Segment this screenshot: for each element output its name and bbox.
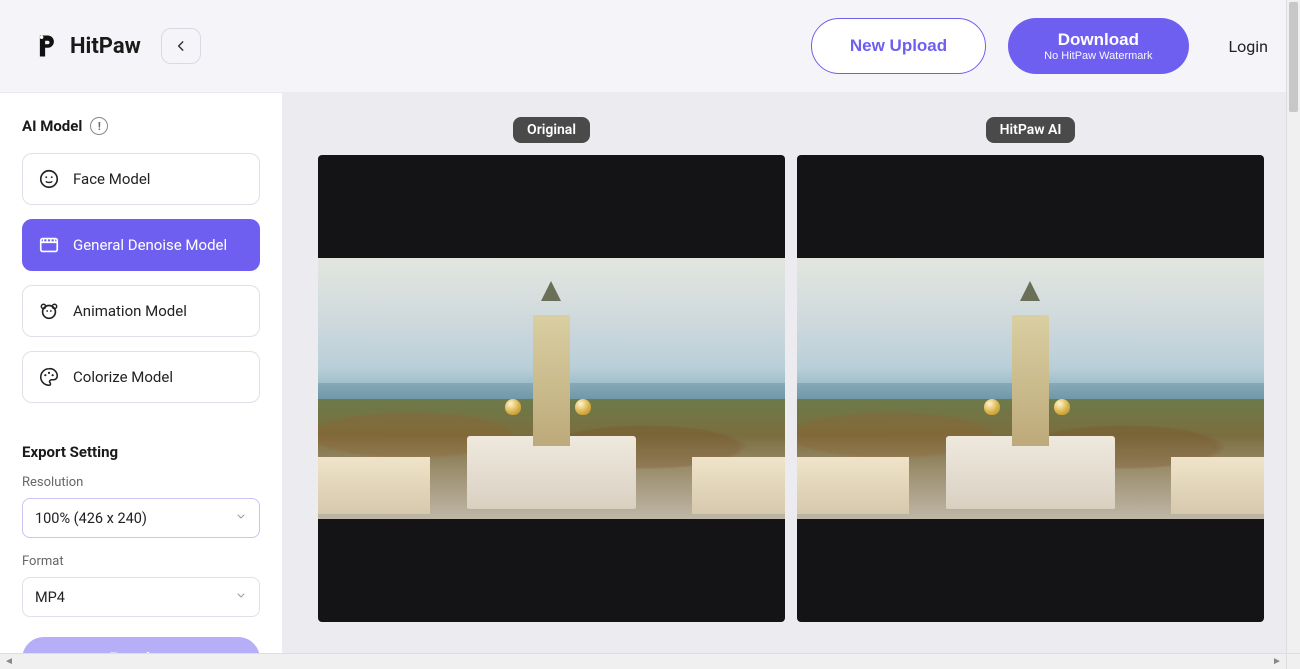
palette-icon: [37, 365, 61, 389]
info-icon[interactable]: !: [90, 117, 108, 135]
brand-logo-icon: [32, 32, 60, 60]
resolution-value: 100% (426 x 240): [35, 510, 147, 527]
model-item-label: Colorize Model: [73, 368, 173, 386]
video-original[interactable]: [318, 155, 785, 622]
model-item-animation[interactable]: Animation Model: [22, 285, 260, 337]
chevron-left-icon: [174, 39, 188, 53]
model-item-label: Face Model: [73, 170, 150, 188]
compare-content: Original HitPaw AI: [282, 93, 1300, 653]
face-icon: [37, 167, 61, 191]
video-frame-placeholder: [318, 258, 785, 520]
compare-panel-original: Original: [318, 117, 785, 622]
login-link[interactable]: Login: [1229, 37, 1268, 56]
back-button[interactable]: [161, 28, 201, 64]
horizontal-scrollbar[interactable]: ◄ ►: [0, 653, 1286, 669]
sidebar: AI Model ! Face Model General Denoise Mo…: [0, 93, 282, 653]
download-button[interactable]: Download No HitPaw Watermark: [1008, 18, 1188, 74]
chevron-down-icon: [235, 589, 247, 606]
compare-row: Original HitPaw AI: [318, 117, 1264, 622]
new-upload-button[interactable]: New Upload: [811, 18, 986, 74]
chevron-down-icon: [235, 510, 247, 527]
ai-model-title-text: AI Model: [22, 117, 82, 135]
ai-model-section-title: AI Model !: [22, 117, 260, 135]
scroll-right-icon[interactable]: ►: [1270, 655, 1284, 669]
brand-name: HitPaw: [70, 34, 141, 59]
resolution-label: Resolution: [22, 475, 260, 490]
resolution-select[interactable]: 100% (426 x 240): [22, 498, 260, 538]
model-item-general-denoise[interactable]: General Denoise Model: [22, 219, 260, 271]
format-value: MP4: [35, 589, 65, 606]
model-item-label: General Denoise Model: [73, 236, 227, 254]
vertical-scrollbar[interactable]: [1286, 0, 1300, 653]
format-label: Format: [22, 554, 260, 569]
export-section-title: Export Setting: [22, 443, 260, 461]
scrollbar-thumb[interactable]: [1289, 2, 1298, 112]
app-header: HitPaw New Upload Download No HitPaw Wat…: [0, 0, 1300, 93]
model-item-face[interactable]: Face Model: [22, 153, 260, 205]
panel-label-original: Original: [513, 117, 590, 143]
preview-button[interactable]: Preview: [22, 637, 260, 653]
download-sub-label: No HitPaw Watermark: [1044, 50, 1152, 63]
export-title-text: Export Setting: [22, 443, 118, 461]
video-ai[interactable]: [797, 155, 1264, 622]
format-select[interactable]: MP4: [22, 577, 260, 617]
video-frame-placeholder: [797, 258, 1264, 520]
compare-panel-ai: HitPaw AI: [797, 117, 1264, 622]
model-list: Face Model General Denoise Model Animati…: [22, 153, 260, 403]
model-item-label: Animation Model: [73, 302, 187, 320]
main-layout: AI Model ! Face Model General Denoise Mo…: [0, 93, 1300, 653]
model-item-colorize[interactable]: Colorize Model: [22, 351, 260, 403]
scroll-left-icon[interactable]: ◄: [2, 655, 16, 669]
bear-icon: [37, 299, 61, 323]
brand-area: HitPaw: [32, 32, 141, 60]
download-main-label: Download: [1044, 31, 1152, 50]
scrollbar-corner: [1286, 653, 1300, 669]
film-icon: [37, 233, 61, 257]
panel-label-ai: HitPaw AI: [986, 117, 1076, 143]
